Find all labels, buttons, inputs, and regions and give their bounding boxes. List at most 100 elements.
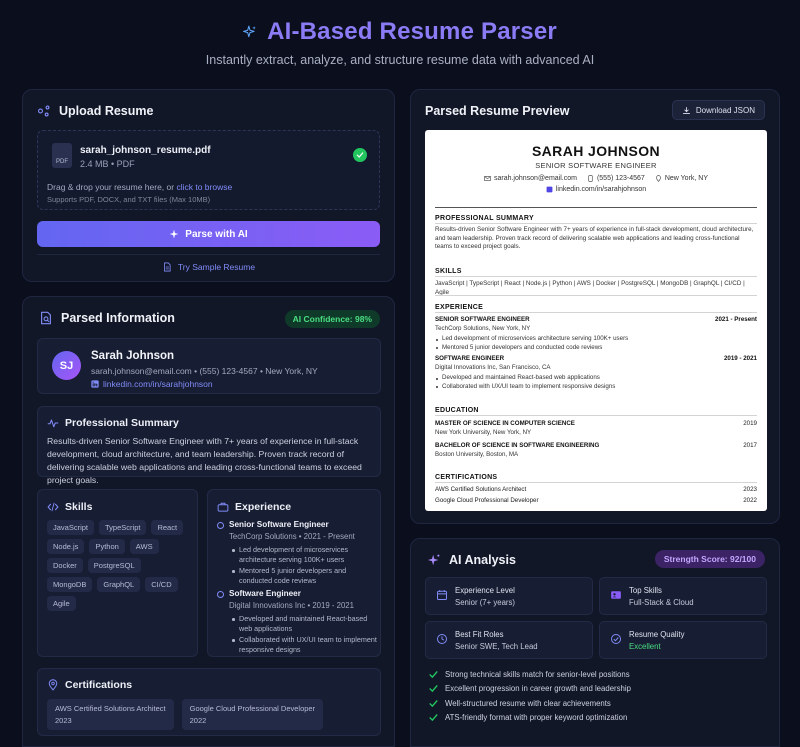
location-pin-icon — [655, 175, 661, 182]
clock-icon — [436, 633, 448, 645]
linkedin-icon — [91, 380, 99, 388]
upload-icon — [37, 104, 51, 118]
skill-tag: Docker — [47, 558, 83, 573]
resume-edu-row: BACHELOR OF SCIENCE IN SOFTWARE ENGINEER… — [435, 442, 757, 449]
skills-header: Skills — [47, 501, 92, 513]
metric-resume-quality: Resume Quality Excellent — [599, 621, 767, 659]
resume-document: SARAH JOHNSON SENIOR SOFTWARE ENGINEER s… — [425, 130, 767, 511]
resume-phone: (555) 123-4567 — [587, 175, 645, 182]
document-icon — [162, 262, 172, 272]
try-sample-button[interactable]: Try Sample Resume — [37, 254, 380, 278]
ai-analysis-header: AI Analysis — [427, 553, 516, 567]
preview-card: Parsed Resume Preview Download JSON SARA… — [410, 89, 780, 524]
supported-formats: Supports PDF, DOCX, and TXT files (Max 1… — [47, 195, 211, 204]
users-icon — [610, 589, 622, 601]
briefcase-icon — [217, 501, 229, 513]
certifications-header: Certifications — [47, 679, 132, 691]
skill-tag: PostgreSQL — [87, 558, 141, 573]
skill-tag: React — [151, 520, 184, 535]
resume-edu-school: Boston University, Boston, MA — [435, 451, 519, 458]
phone-icon — [588, 175, 593, 182]
metric-label: Resume Quality — [629, 630, 685, 639]
certification-name: AWS Certified Solutions Architect — [55, 704, 166, 713]
resume-email: sarah.johnson@email.com — [484, 175, 577, 182]
certifications-list: AWS Certified Solutions Architect 2023 G… — [47, 699, 324, 730]
sparkle-icon — [169, 229, 179, 239]
experience-bullet: Mentored 5 junior developers and conduct… — [232, 566, 377, 585]
experience-bullet: Led development of microservices archite… — [232, 545, 377, 564]
metric-experience-level: Experience Level Senior (7+ years) — [425, 577, 593, 615]
candidate-contact: sarah.johnson@email.com • (555) 123-4567… — [91, 366, 318, 376]
resume-exp-row: SENIOR SOFTWARE ENGINEER 2021 - Present — [435, 316, 757, 323]
skill-tag: GraphQL — [97, 577, 141, 592]
linkedin-link[interactable]: linkedin.com/in/sarahjohnson — [91, 379, 213, 389]
candidate-name: Sarah Johnson — [91, 350, 175, 362]
experience-item: Software Engineer Digital Innovations In… — [217, 589, 377, 656]
parse-with-ai-button[interactable]: Parse with AI — [37, 221, 380, 247]
metric-value: Senior SWE, Tech Lead — [455, 642, 538, 651]
preview-header: Parsed Resume Preview — [425, 104, 570, 118]
metric-value: Full-Stack & Cloud — [629, 598, 694, 607]
analysis-check-item: ATS-friendly format with proper keyword … — [429, 711, 631, 726]
resume-name: SARAH JOHNSON — [531, 143, 661, 159]
resume-location: New York, NY — [655, 175, 708, 182]
certification-year: 2023 — [55, 716, 72, 725]
experience-bullets: Developed and maintained React-based web… — [217, 614, 377, 654]
avatar: SJ — [52, 351, 81, 380]
experience-item: Senior Software Engineer TechCorp Soluti… — [217, 520, 377, 587]
skill-tag: JavaScript — [47, 520, 95, 535]
metric-label: Top Skills — [629, 586, 662, 595]
resume-edu-school: New York University, New York, NY — [435, 429, 532, 436]
skill-tag: Node.js — [47, 539, 85, 554]
metric-label: Best Fit Roles — [455, 630, 504, 639]
certification-year: 2022 — [189, 716, 207, 725]
browse-link[interactable]: click to browse — [176, 182, 232, 192]
experience-title: Software Engineer — [217, 589, 377, 598]
pdf-file-icon: PDF — [52, 143, 72, 168]
check-circle-icon — [610, 633, 622, 645]
check-icon — [429, 699, 438, 707]
dropzone[interactable]: PDF sarah_johnson_resume.pdf 2.4 MB • PD… — [37, 130, 380, 210]
resume-certs-heading: CERTIFICATIONS — [435, 474, 498, 481]
resume-exp-bullets: Led development of microservices archite… — [435, 335, 629, 351]
experience-company: TechCorp Solutions • 2021 - Present — [229, 532, 355, 541]
metric-best-fit-roles: Best Fit Roles Senior SWE, Tech Lead — [425, 621, 593, 659]
metric-label: Experience Level — [455, 586, 515, 595]
skill-tag: MongoDB — [47, 577, 93, 592]
divider — [435, 415, 757, 416]
resume-summary-heading: PROFESSIONAL SUMMARY — [435, 215, 534, 222]
calendar-icon — [436, 589, 448, 601]
skill-tag: Python — [89, 539, 125, 554]
analysis-check-item: Excellent progression in career growth a… — [429, 682, 631, 697]
linkedin-icon — [546, 186, 553, 193]
app-subtitle: Instantly extract, analyze, and structur… — [205, 53, 595, 67]
confidence-badge: AI Confidence: 98% — [284, 310, 380, 328]
ai-analysis-card: AI Analysis Strength Score: 92/100 Exper… — [410, 538, 780, 747]
resume-cert-row: Google Cloud Professional Developer 2022 — [435, 497, 757, 504]
resume-linkedin: linkedin.com/in/sarahjohnson — [425, 186, 767, 193]
pulse-icon — [47, 417, 59, 429]
download-icon — [682, 106, 691, 115]
upload-card: Upload Resume PDF sarah_johnson_resume.p… — [22, 89, 395, 282]
download-json-button[interactable]: Download JSON — [671, 100, 765, 120]
divider — [435, 223, 757, 224]
experience-bullet: Collaborated with UX/UI team to implemen… — [232, 635, 377, 654]
resume-summary-text: Results-driven Senior Software Engineer … — [435, 226, 754, 250]
sparkle-icon — [427, 553, 441, 567]
experience-bullets: Led development of microservices archite… — [217, 545, 377, 585]
resume-skills-heading: SKILLS — [435, 268, 462, 275]
divider — [435, 482, 757, 483]
summary-panel: Professional Summary Results-driven Seni… — [37, 406, 381, 485]
summary-header: Professional Summary — [47, 417, 179, 429]
divider — [435, 207, 757, 208]
resume-exp-bullets: Developed and maintained React-based web… — [435, 374, 616, 390]
certification-item: Google Cloud Professional Developer 2022 — [181, 699, 324, 730]
skills-panel: Skills JavaScript TypeScript React Node.js P… — [37, 489, 198, 657]
analysis-check-item: Well-structured resume with clear achiev… — [429, 696, 631, 711]
preview-title: Parsed Resume Preview — [425, 104, 570, 118]
summary-text: Results-driven Senior Software Engineer … — [47, 436, 362, 485]
experience-title: Senior Software Engineer — [217, 520, 377, 529]
experience-panel: Experience Senior Software Engineer Tech… — [207, 489, 381, 657]
check-icon — [429, 670, 438, 678]
upload-card-title: Upload Resume — [59, 104, 154, 118]
